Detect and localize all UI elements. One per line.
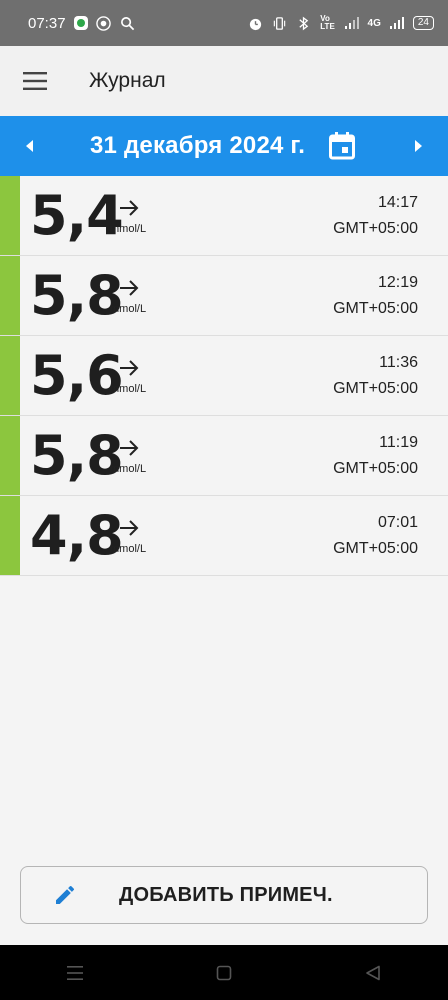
glucose-unit: mmol/L xyxy=(110,223,147,235)
app-notification-icon xyxy=(73,16,88,30)
glucose-log-list: 5,4 mmol/L 14:17 GMT+05:00 5,8 mmol/L 12… xyxy=(0,176,448,576)
glucose-value: 5,8 xyxy=(30,424,124,487)
back-icon xyxy=(366,965,381,980)
glucose-unit: mmol/L xyxy=(110,383,147,395)
range-indicator xyxy=(0,496,20,575)
next-day-icon xyxy=(415,140,422,152)
signal-icon-2 xyxy=(389,15,405,31)
entry-timezone: GMT+05:00 xyxy=(333,220,418,237)
range-indicator xyxy=(0,256,20,335)
volte-icon: Vo LTE xyxy=(320,14,335,31)
menu-button[interactable] xyxy=(0,46,70,116)
search-icon xyxy=(120,15,136,31)
status-time: 07:37 xyxy=(28,14,66,32)
status-bar: 07:37 Vo LTE 4G 24 xyxy=(0,0,448,46)
recent-apps-button[interactable] xyxy=(63,961,87,985)
glucose-unit: mmol/L xyxy=(110,303,147,315)
log-entry[interactable]: 5,6 mmol/L 11:36 GMT+05:00 xyxy=(0,336,448,416)
signal-icon xyxy=(344,15,360,31)
prev-day-button[interactable] xyxy=(0,116,60,176)
vibrate-icon xyxy=(272,15,288,31)
entry-timezone: GMT+05:00 xyxy=(333,460,418,477)
calendar-icon xyxy=(329,132,356,160)
entry-time: 12:19 xyxy=(377,274,418,291)
range-indicator xyxy=(0,176,20,255)
entry-time: 11:36 xyxy=(379,354,418,371)
back-button[interactable] xyxy=(361,961,385,985)
glucose-unit: mmol/L xyxy=(110,463,147,475)
range-indicator xyxy=(0,416,20,495)
range-indicator xyxy=(0,336,20,415)
entry-timezone: GMT+05:00 xyxy=(333,300,418,317)
entry-time: 07:01 xyxy=(377,514,418,531)
trend-arrow-icon xyxy=(120,360,139,376)
network-type: 4G xyxy=(367,17,381,29)
current-date[interactable]: 31 декабря 2024 г. xyxy=(90,132,305,160)
log-entry[interactable]: 5,8 mmol/L 11:19 GMT+05:00 xyxy=(0,416,448,496)
trend-arrow-icon xyxy=(120,200,139,216)
trend-arrow-icon xyxy=(120,280,139,296)
entry-timezone: GMT+05:00 xyxy=(333,380,418,397)
app-bar: Журнал xyxy=(0,46,448,116)
log-entry[interactable]: 5,8 mmol/L 12:19 GMT+05:00 xyxy=(0,256,448,336)
menu-icon xyxy=(23,72,47,90)
home-icon xyxy=(216,965,232,980)
system-nav-bar xyxy=(0,945,448,1000)
alarm-icon xyxy=(248,15,264,31)
glucose-value: 5,4 xyxy=(30,184,124,247)
battery-indicator: 24 xyxy=(412,16,434,30)
date-navigation-bar: 31 декабря 2024 г. xyxy=(0,116,448,176)
pencil-icon xyxy=(56,885,75,904)
log-entry[interactable]: 5,4 mmol/L 14:17 GMT+05:00 xyxy=(0,176,448,256)
entry-time: 14:17 xyxy=(377,194,418,211)
entry-timezone: GMT+05:00 xyxy=(333,540,418,557)
prev-day-icon xyxy=(26,140,33,152)
add-note-label: ДОБАВИТЬ ПРИМЕЧ. xyxy=(119,883,333,906)
glucose-value: 4,8 xyxy=(30,504,124,567)
next-day-button[interactable] xyxy=(388,116,448,176)
bluetooth-icon xyxy=(296,15,312,31)
trend-arrow-icon xyxy=(120,520,139,536)
glucose-value: 5,6 xyxy=(30,344,124,407)
trend-arrow-icon xyxy=(120,440,139,456)
glucose-unit: mmol/L xyxy=(110,543,147,555)
entry-time: 11:19 xyxy=(379,434,418,451)
glucose-value: 5,8 xyxy=(30,264,124,327)
record-icon xyxy=(96,15,112,31)
calendar-button[interactable] xyxy=(327,131,357,161)
log-entry[interactable]: 4,8 mmol/L 07:01 GMT+05:00 xyxy=(0,496,448,576)
recent-apps-icon xyxy=(66,965,83,980)
home-button[interactable] xyxy=(212,961,236,985)
add-note-button[interactable]: ДОБАВИТЬ ПРИМЕЧ. xyxy=(20,866,428,924)
page-title: Журнал xyxy=(89,69,166,92)
